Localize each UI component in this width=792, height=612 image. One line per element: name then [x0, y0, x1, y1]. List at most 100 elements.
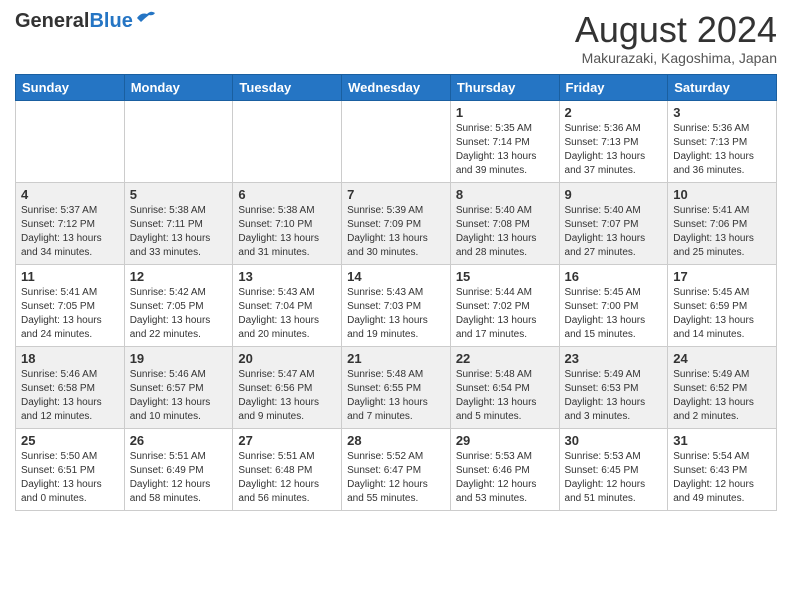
calendar-day-13: 13 Sunrise: 5:43 AMSunset: 7:04 PMDayligh… — [233, 264, 342, 346]
calendar-table: SundayMondayTuesdayWednesdayThursdayFrid… — [15, 74, 777, 511]
calendar-day-18: 18 Sunrise: 5:46 AMSunset: 6:58 PMDayligh… — [16, 346, 125, 428]
calendar-week-row: 4 Sunrise: 5:37 AMSunset: 7:12 PMDaylight… — [16, 182, 777, 264]
day-info: Sunrise: 5:36 AMSunset: 7:13 PMDaylight:… — [673, 122, 771, 178]
day-number: 12 — [130, 269, 228, 284]
day-info: Sunrise: 5:46 AMSunset: 6:58 PMDaylight:… — [21, 368, 119, 424]
calendar-day-17: 17Sunrise: 5:45 AMSunset: 6:59 PMDayligh… — [668, 264, 777, 346]
calendar-empty-cell — [124, 100, 233, 182]
day-info: Sunrise: 5:51 AMSunset: 6:49 PMDaylight:… — [130, 450, 228, 506]
day-number: 17 — [673, 269, 771, 284]
calendar-week-row: 11 Sunrise: 5:41 AMSunset: 7:05 PMDayligh… — [16, 264, 777, 346]
day-info: Sunrise: 5:51 AMSunset: 6:48 PMDaylight:… — [238, 450, 336, 506]
day-number: 6 — [238, 187, 336, 202]
weekday-header-thursday: Thursday — [450, 74, 559, 100]
calendar-day-2: 2 Sunrise: 5:36 AMSunset: 7:13 PMDaylight… — [559, 100, 668, 182]
day-info: Sunrise: 5:48 AMSunset: 6:55 PMDaylight:… — [347, 368, 445, 424]
logo: General Blue — [15, 10, 157, 33]
title-area: August 2024 Makurazaki, Kagoshima, Japan — [575, 10, 777, 66]
calendar-day-1: 1Sunrise: 5:35 AMSunset: 7:14 PMDaylight… — [450, 100, 559, 182]
calendar-day-11: 11 Sunrise: 5:41 AMSunset: 7:05 PMDayligh… — [16, 264, 125, 346]
weekday-header-saturday: Saturday — [668, 74, 777, 100]
day-info: Sunrise: 5:40 AMSunset: 7:07 PMDaylight:… — [565, 204, 663, 260]
logo-general: General — [15, 10, 89, 33]
day-number: 30 — [565, 433, 663, 448]
day-number: 13 — [238, 269, 336, 284]
calendar-day-23: 23Sunrise: 5:49 AMSunset: 6:53 PMDayligh… — [559, 346, 668, 428]
calendar-day-24: 24 Sunrise: 5:49 AMSunset: 6:52 PMDayligh… — [668, 346, 777, 428]
weekday-header-tuesday: Tuesday — [233, 74, 342, 100]
weekday-header-monday: Monday — [124, 74, 233, 100]
day-number: 2 — [565, 105, 663, 120]
day-info: Sunrise: 5:41 AMSunset: 7:05 PMDaylight:… — [21, 286, 119, 342]
calendar-empty-cell — [233, 100, 342, 182]
day-info: Sunrise: 5:35 AMSunset: 7:14 PMDaylight:… — [456, 122, 554, 178]
day-info: Sunrise: 5:42 AMSunset: 7:05 PMDaylight:… — [130, 286, 228, 342]
header: General Blue August 2024 Makurazaki, Kag… — [15, 10, 777, 66]
location: Makurazaki, Kagoshima, Japan — [575, 50, 777, 66]
calendar-week-row: 1Sunrise: 5:35 AMSunset: 7:14 PMDaylight… — [16, 100, 777, 182]
day-info: Sunrise: 5:49 AMSunset: 6:52 PMDaylight:… — [673, 368, 771, 424]
day-info: Sunrise: 5:41 AMSunset: 7:06 PMDaylight:… — [673, 204, 771, 260]
day-info: Sunrise: 5:49 AMSunset: 6:53 PMDaylight:… — [565, 368, 663, 424]
day-info: Sunrise: 5:37 AMSunset: 7:12 PMDaylight:… — [21, 204, 119, 260]
day-info: Sunrise: 5:38 AMSunset: 7:10 PMDaylight:… — [238, 204, 336, 260]
calendar-day-12: 12 Sunrise: 5:42 AMSunset: 7:05 PMDayligh… — [124, 264, 233, 346]
day-number: 15 — [456, 269, 554, 284]
calendar-day-31: 31 Sunrise: 5:54 AMSunset: 6:43 PMDayligh… — [668, 428, 777, 510]
day-info: Sunrise: 5:46 AMSunset: 6:57 PMDaylight:… — [130, 368, 228, 424]
day-info: Sunrise: 5:45 AMSunset: 7:00 PMDaylight:… — [565, 286, 663, 342]
calendar-week-row: 25 Sunrise: 5:50 AMSunset: 6:51 PMDayligh… — [16, 428, 777, 510]
calendar-day-16: 16 Sunrise: 5:45 AMSunset: 7:00 PMDayligh… — [559, 264, 668, 346]
day-number: 9 — [565, 187, 663, 202]
calendar-day-6: 6 Sunrise: 5:38 AMSunset: 7:10 PMDaylight… — [233, 182, 342, 264]
day-info: Sunrise: 5:43 AMSunset: 7:04 PMDaylight:… — [238, 286, 336, 342]
day-info: Sunrise: 5:52 AMSunset: 6:47 PMDaylight:… — [347, 450, 445, 506]
day-number: 26 — [130, 433, 228, 448]
calendar-day-14: 14Sunrise: 5:43 AMSunset: 7:03 PMDayligh… — [342, 264, 451, 346]
day-number: 16 — [565, 269, 663, 284]
day-info: Sunrise: 5:38 AMSunset: 7:11 PMDaylight:… — [130, 204, 228, 260]
day-number: 28 — [347, 433, 445, 448]
day-info: Sunrise: 5:53 AMSunset: 6:46 PMDaylight:… — [456, 450, 554, 506]
logo-blue: Blue — [89, 10, 132, 33]
calendar-day-9: 9 Sunrise: 5:40 AMSunset: 7:07 PMDaylight… — [559, 182, 668, 264]
calendar-day-8: 8Sunrise: 5:40 AMSunset: 7:08 PMDaylight… — [450, 182, 559, 264]
day-number: 31 — [673, 433, 771, 448]
calendar-day-22: 22Sunrise: 5:48 AMSunset: 6:54 PMDayligh… — [450, 346, 559, 428]
day-number: 22 — [456, 351, 554, 366]
day-number: 27 — [238, 433, 336, 448]
calendar-day-4: 4 Sunrise: 5:37 AMSunset: 7:12 PMDaylight… — [16, 182, 125, 264]
day-info: Sunrise: 5:53 AMSunset: 6:45 PMDaylight:… — [565, 450, 663, 506]
day-info: Sunrise: 5:50 AMSunset: 6:51 PMDaylight:… — [21, 450, 119, 506]
day-number: 24 — [673, 351, 771, 366]
calendar-week-row: 18 Sunrise: 5:46 AMSunset: 6:58 PMDayligh… — [16, 346, 777, 428]
weekday-header-row: SundayMondayTuesdayWednesdayThursdayFrid… — [16, 74, 777, 100]
day-number: 21 — [347, 351, 445, 366]
day-number: 11 — [21, 269, 119, 284]
day-info: Sunrise: 5:40 AMSunset: 7:08 PMDaylight:… — [456, 204, 554, 260]
calendar-day-10: 10 Sunrise: 5:41 AMSunset: 7:06 PMDayligh… — [668, 182, 777, 264]
weekday-header-wednesday: Wednesday — [342, 74, 451, 100]
day-number: 7 — [347, 187, 445, 202]
day-info: Sunrise: 5:44 AMSunset: 7:02 PMDaylight:… — [456, 286, 554, 342]
page: General Blue August 2024 Makurazaki, Kag… — [0, 0, 792, 526]
calendar-day-15: 15 Sunrise: 5:44 AMSunset: 7:02 PMDayligh… — [450, 264, 559, 346]
calendar-day-29: 29Sunrise: 5:53 AMSunset: 6:46 PMDayligh… — [450, 428, 559, 510]
day-info: Sunrise: 5:47 AMSunset: 6:56 PMDaylight:… — [238, 368, 336, 424]
day-info: Sunrise: 5:36 AMSunset: 7:13 PMDaylight:… — [565, 122, 663, 178]
day-number: 4 — [21, 187, 119, 202]
weekday-header-friday: Friday — [559, 74, 668, 100]
day-number: 3 — [673, 105, 771, 120]
day-number: 18 — [21, 351, 119, 366]
day-number: 5 — [130, 187, 228, 202]
day-number: 14 — [347, 269, 445, 284]
day-number: 10 — [673, 187, 771, 202]
day-number: 25 — [21, 433, 119, 448]
day-number: 19 — [130, 351, 228, 366]
calendar-day-3: 3 Sunrise: 5:36 AMSunset: 7:13 PMDaylight… — [668, 100, 777, 182]
calendar-day-19: 19 Sunrise: 5:46 AMSunset: 6:57 PMDayligh… — [124, 346, 233, 428]
day-info: Sunrise: 5:54 AMSunset: 6:43 PMDaylight:… — [673, 450, 771, 506]
calendar-day-26: 26 Sunrise: 5:51 AMSunset: 6:49 PMDayligh… — [124, 428, 233, 510]
calendar-day-28: 28 Sunrise: 5:52 AMSunset: 6:47 PMDayligh… — [342, 428, 451, 510]
calendar-day-25: 25 Sunrise: 5:50 AMSunset: 6:51 PMDayligh… — [16, 428, 125, 510]
